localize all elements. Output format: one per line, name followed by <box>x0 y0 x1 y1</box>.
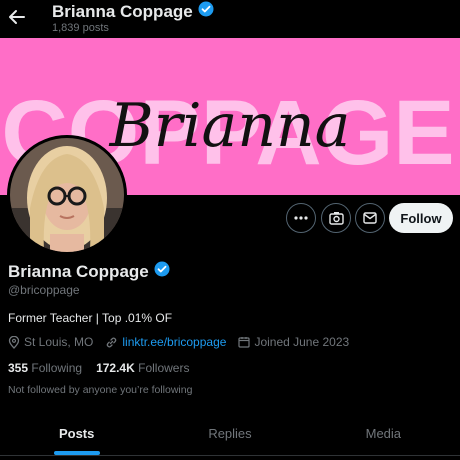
more-options-button[interactable] <box>286 203 316 233</box>
follow-button[interactable]: Follow <box>389 203 453 233</box>
tab-replies-label: Replies <box>208 425 252 441</box>
joined-item: Joined June 2023 <box>238 335 349 349</box>
banner-script-text: Brianna <box>109 91 351 161</box>
followers-count: 172.4K <box>96 361 135 375</box>
follow-stats: 355 Following 172.4K Followers <box>8 361 189 375</box>
profile-handle: @bricoppage <box>8 283 80 297</box>
joined-text: Joined June 2023 <box>254 335 350 349</box>
tab-posts[interactable]: Posts <box>0 411 153 455</box>
followers-stat[interactable]: 172.4K Followers <box>96 361 189 375</box>
mail-icon <box>363 212 377 224</box>
header-name: Brianna Coppage <box>52 1 193 21</box>
following-stat[interactable]: 355 Following <box>8 361 82 375</box>
more-dots-icon <box>294 216 308 220</box>
following-count: 355 <box>8 361 29 375</box>
link-item: linktr.ee/bricoppage <box>105 335 226 349</box>
back-arrow-icon[interactable] <box>8 8 26 26</box>
camera-icon <box>328 212 344 225</box>
message-button[interactable] <box>355 203 385 233</box>
tab-media[interactable]: Media <box>307 411 460 455</box>
calendar-icon <box>238 337 251 348</box>
avatar[interactable] <box>7 135 127 255</box>
top-bar: Brianna Coppage 1,839 posts <box>0 0 460 38</box>
profile-name: Brianna Coppage <box>8 261 170 282</box>
profile-link[interactable]: linktr.ee/bricoppage <box>122 335 226 349</box>
link-icon <box>107 337 117 347</box>
profile-meta: St Louis, MO linktr.ee/bricoppage Joined… <box>8 335 361 349</box>
verified-badge-icon[interactable] <box>154 261 170 282</box>
mutual-followers-note: Not followed by anyone you’re following <box>8 384 193 396</box>
tab-posts-label: Posts <box>58 425 95 441</box>
verified-badge-icon <box>198 1 214 22</box>
header-title: Brianna Coppage <box>52 1 214 22</box>
posts-count: 1,839 posts <box>52 22 109 34</box>
followers-label: Followers <box>138 361 190 375</box>
profile-tabs: Posts Replies Media <box>0 411 460 456</box>
location-text: St Louis, MO <box>24 335 94 349</box>
tab-media-label: Media <box>365 425 402 441</box>
profile-bio: Former Teacher | Top .01% OF <box>8 311 173 325</box>
location-item: St Louis, MO <box>8 335 93 349</box>
location-pin-icon <box>8 335 20 349</box>
following-label: Following <box>31 361 83 375</box>
subscribe-button[interactable] <box>321 203 351 233</box>
active-tab-indicator <box>53 451 100 455</box>
profile-name-text: Brianna Coppage <box>8 261 149 281</box>
tab-replies[interactable]: Replies <box>153 411 306 455</box>
